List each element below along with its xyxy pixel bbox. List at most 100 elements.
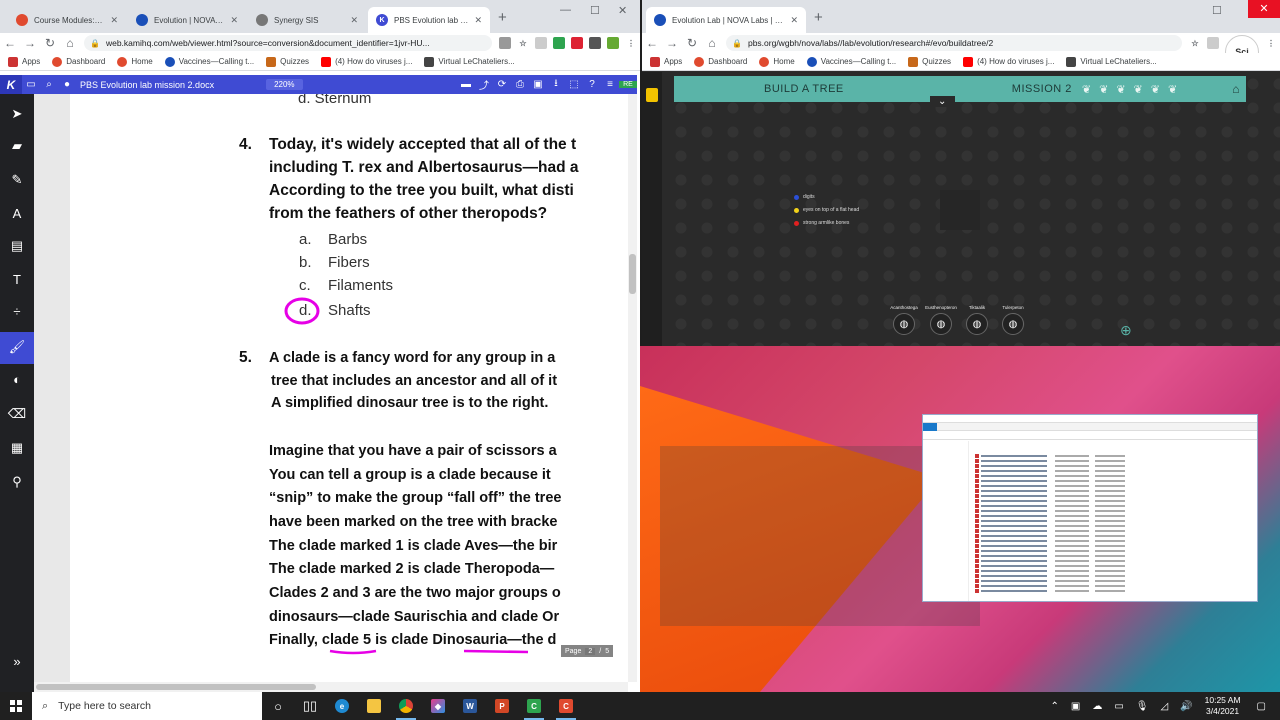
back-arrow-icon[interactable]: ← (0, 36, 20, 50)
reload-icon[interactable]: ↻ (40, 36, 60, 50)
volume-icon[interactable]: 🔊 (1180, 701, 1192, 712)
zoom-select[interactable]: 220% (266, 79, 303, 90)
minimize-icon[interactable]: ☐ (1212, 4, 1222, 17)
hamburger-menu-icon[interactable]: ≡ (601, 79, 619, 90)
explorer-file-row[interactable] (975, 469, 1155, 474)
microphone-icon[interactable]: 🎙 (1136, 701, 1149, 712)
taxon-eusthenopteron[interactable]: Eusthenopteron ◍ (923, 305, 959, 335)
read-aloud-icon[interactable]: RE (619, 81, 637, 88)
bookmark-home[interactable]: Home (117, 56, 153, 67)
explorer-file-row[interactable] (975, 454, 1155, 459)
bookmark-apps[interactable]: Apps (8, 56, 40, 67)
taskbar-clock[interactable]: 10:25 AM 3/4/2021 (1205, 695, 1241, 717)
taxon-tiktaalik[interactable]: Tiktaalik ◍ (959, 305, 995, 335)
text-markup-icon[interactable]: A (0, 206, 34, 221)
home-icon[interactable]: ⌂ (60, 36, 80, 50)
download-icon[interactable]: ⭳ (547, 76, 565, 93)
signature-icon[interactable]: ⚲ (0, 474, 34, 490)
explorer-file-row[interactable] (975, 479, 1155, 484)
markup-icon[interactable]: ▰ (0, 138, 34, 154)
pen-circle-annotation[interactable] (284, 296, 322, 326)
explorer-file-row[interactable] (975, 474, 1155, 479)
bookmark-lechateliers[interactable]: Virtual LeChateliers... (1066, 56, 1157, 67)
pen-icon[interactable]: 🖌 (0, 339, 34, 355)
expand-toolbar-icon[interactable]: » (0, 654, 34, 669)
explorer-file-row[interactable] (975, 534, 1155, 539)
lab-tool-icon[interactable] (646, 88, 658, 102)
forward-arrow-icon[interactable]: → (662, 36, 682, 50)
explorer-file-row[interactable] (975, 549, 1155, 554)
camera-tray-icon[interactable]: ▣ (1071, 701, 1080, 712)
explorer-file-row[interactable] (975, 529, 1155, 534)
bookmark-home[interactable]: Home (759, 56, 795, 67)
start-button[interactable] (0, 692, 32, 720)
document-viewer[interactable]: d. Sternum 4. Today, it's widely accepte… (34, 94, 637, 682)
explorer-file-row[interactable] (975, 489, 1155, 494)
file-explorer-window-thumbnail[interactable] (922, 414, 1258, 602)
tab-synergy[interactable]: Synergy SIS ✕ (248, 7, 366, 33)
export-icon[interactable]: ⬚ (565, 79, 583, 90)
address-bar[interactable]: 🔒 pbs.org/wgbh/nova/labs//lab/evolution/… (726, 35, 1182, 51)
minimize-icon[interactable]: — (560, 4, 571, 16)
powerpoint-icon[interactable]: P (486, 692, 518, 720)
explorer-file-row[interactable] (975, 519, 1155, 524)
new-tab-icon[interactable]: + (498, 9, 507, 26)
add-media-icon[interactable]: ▦ (0, 440, 34, 456)
extension-red-icon[interactable] (571, 37, 583, 49)
cortana-icon[interactable]: ○ (262, 692, 294, 720)
forward-arrow-icon[interactable]: → (20, 36, 40, 50)
save-icon[interactable]: ▣ (529, 79, 547, 90)
maximize-icon[interactable]: ☐ (590, 4, 600, 17)
bookmark-star-icon[interactable]: ☆ (517, 37, 529, 49)
address-bar[interactable]: 🔒 web.kamihq.com/web/viewer.html?source=… (84, 35, 492, 51)
new-tab-icon[interactable]: + (814, 9, 823, 26)
explorer-file-row[interactable] (975, 579, 1155, 584)
extension-icon[interactable] (1207, 37, 1219, 49)
scroll-thumb[interactable] (36, 684, 316, 690)
explorer-file-row[interactable] (975, 494, 1155, 499)
explorer-file-row[interactable] (975, 484, 1155, 489)
bookmark-viruses[interactable]: (4) How do viruses j... (963, 56, 1054, 67)
taxon-acanthostega[interactable]: Acanthostega ◍ (886, 305, 922, 335)
tab-course-modules[interactable]: Course Modules: BIOI ✕ (8, 7, 126, 33)
bookmark-star-icon[interactable]: ☆ (1189, 37, 1201, 49)
close-tab-icon[interactable]: ✕ (790, 15, 798, 26)
explorer-file-row[interactable] (975, 559, 1155, 564)
word-icon[interactable]: W (454, 692, 486, 720)
bookmark-vaccines[interactable]: Vaccines—Calling t... (806, 56, 896, 67)
bookmark-viruses[interactable]: (4) How do viruses j... (321, 56, 412, 67)
explorer-file-row[interactable] (975, 459, 1155, 464)
pen-underline-annotations[interactable] (328, 646, 548, 658)
explorer-file-row[interactable] (975, 464, 1155, 469)
explorer-file-row[interactable] (975, 589, 1155, 594)
document-title[interactable]: PBS Evolution lab mission 2.docx (80, 80, 214, 90)
chevron-up-icon[interactable]: ⌃ (1050, 701, 1058, 712)
explorer-file-row[interactable] (975, 509, 1155, 514)
tab-evolution-lab[interactable]: Evolution Lab | NOVA Labs | PBS ✕ (646, 7, 806, 33)
extension-green-icon[interactable] (553, 37, 565, 49)
help-icon[interactable]: ? (583, 79, 601, 90)
tab-evolution-nova[interactable]: Evolution | NOVA Lab ✕ (128, 7, 246, 33)
network-icon[interactable]: ◿ (1160, 701, 1168, 712)
bookmark-dashboard[interactable]: Dashboard (694, 56, 747, 67)
taskbar-search-box[interactable]: ⌕ Type here to search (32, 692, 262, 720)
bookmark-lechateliers[interactable]: Virtual LeChateliers... (424, 56, 515, 67)
equation-icon[interactable]: ÷ (0, 304, 34, 319)
close-window-icon[interactable]: ✕ (1248, 0, 1280, 18)
explorer-file-row[interactable] (975, 514, 1155, 519)
explorer-file-row[interactable] (975, 574, 1155, 579)
explorer-file-row[interactable] (975, 524, 1155, 529)
eraser-icon[interactable]: ⌫ (0, 406, 34, 422)
paint-3d-icon[interactable]: ◆ (422, 692, 454, 720)
edge-icon[interactable]: e (326, 692, 358, 720)
task-view-icon[interactable]: ▯▯ (294, 692, 326, 720)
tree-node-placeholder[interactable] (940, 190, 980, 230)
tab-pbs-evolution-lab[interactable]: K PBS Evolution lab mis ✕ (368, 7, 490, 33)
bookmark-quizzes[interactable]: Quizzes (266, 56, 309, 67)
explorer-file-row[interactable] (975, 584, 1155, 589)
display-icon[interactable]: ▭ (1114, 701, 1123, 712)
chrome-icon[interactable] (390, 692, 422, 720)
horizontal-scrollbar[interactable] (34, 682, 628, 692)
text-box-icon[interactable]: T (0, 272, 34, 287)
bookmark-apps[interactable]: Apps (650, 56, 682, 67)
